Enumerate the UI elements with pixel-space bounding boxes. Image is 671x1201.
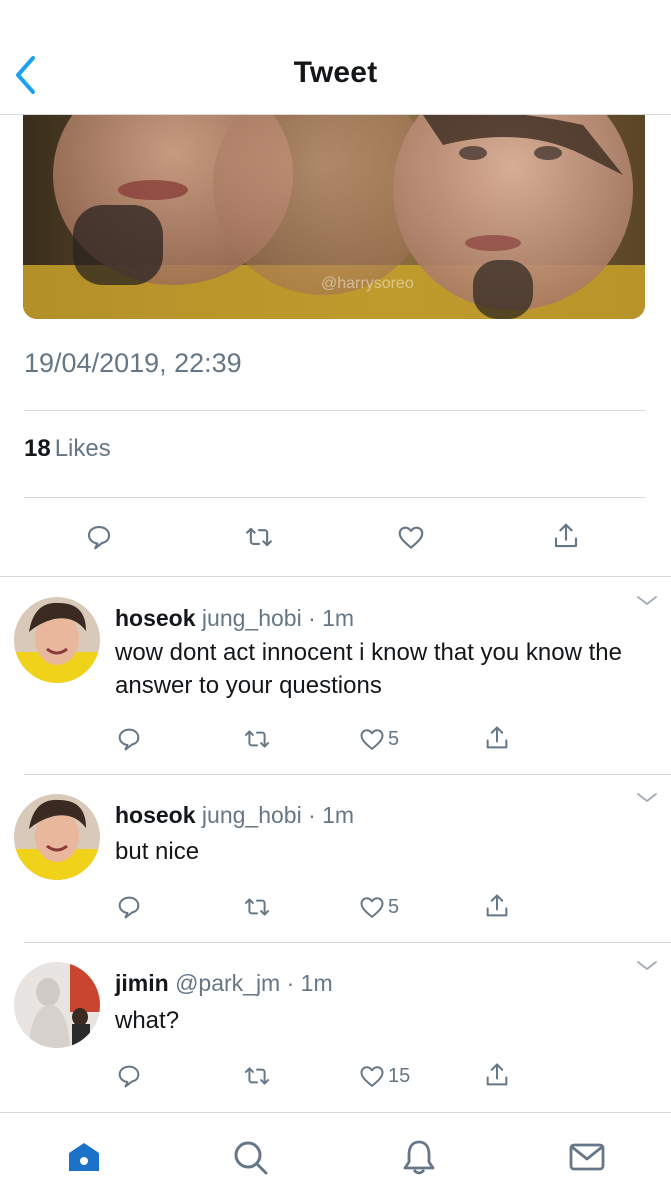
share-icon xyxy=(483,890,511,922)
reply-author: jimin @park_jm · 1m xyxy=(115,970,333,997)
like-count: 15 xyxy=(388,1064,411,1087)
author-name[interactable]: jimin xyxy=(115,970,169,996)
avatar-photo xyxy=(14,597,100,683)
reply-text: wow dont act innocent i know that you kn… xyxy=(115,639,622,699)
likes-summary[interactable]: 18 Likes xyxy=(24,435,111,463)
retweet-button[interactable] xyxy=(242,725,272,753)
author-name[interactable]: hoseok xyxy=(115,802,196,828)
like-count: 5 xyxy=(388,895,400,918)
top-navigation-bar: Tweet xyxy=(0,0,671,115)
share-button[interactable] xyxy=(483,1059,511,1091)
reply-author: hoseok jung_hobi · 1m xyxy=(115,605,354,632)
reply-button[interactable] xyxy=(115,725,143,753)
like-button[interactable] xyxy=(396,522,426,552)
tab-search[interactable] xyxy=(228,1135,272,1179)
tweet-menu-button[interactable] xyxy=(632,788,662,808)
like-button[interactable]: 5 xyxy=(358,893,399,921)
tweet-timestamp: 19/04/2019, 22:39 xyxy=(24,348,242,378)
tweet-menu-button[interactable] xyxy=(632,591,662,611)
notifications-icon xyxy=(403,1140,435,1175)
tweet-media-image[interactable]: @harrysoreo xyxy=(23,115,645,319)
tweet-time: · 1m xyxy=(308,802,355,828)
share-button[interactable] xyxy=(551,519,581,553)
messages-icon xyxy=(569,1143,605,1171)
like-button[interactable]: 15 xyxy=(358,1062,410,1090)
chevron-down-icon xyxy=(635,959,659,973)
heart-icon xyxy=(358,725,386,753)
media-watermark: @harrysoreo xyxy=(321,275,414,292)
heart-icon xyxy=(358,893,386,921)
reply-text: but nice xyxy=(115,838,200,865)
tab-notifications[interactable] xyxy=(397,1135,441,1179)
like-count: 5 xyxy=(388,727,400,750)
divider xyxy=(24,497,645,498)
reply-author: hoseok jung_hobi · 1m xyxy=(115,802,354,829)
tweet-menu-button[interactable] xyxy=(632,956,662,976)
author-name[interactable]: hoseok xyxy=(115,605,196,631)
avatar[interactable] xyxy=(14,597,100,683)
avatar-photo xyxy=(14,962,100,1048)
heart-icon xyxy=(396,522,426,552)
retweet-button[interactable] xyxy=(242,1062,272,1090)
reply-text: what? xyxy=(115,1007,180,1034)
retweet-button[interactable] xyxy=(242,893,272,921)
reply-icon xyxy=(84,522,114,552)
search-icon xyxy=(234,1141,268,1175)
avatar[interactable] xyxy=(14,794,100,880)
retweet-icon xyxy=(242,1062,272,1090)
reply-button[interactable] xyxy=(115,1062,143,1090)
tab-home[interactable] xyxy=(62,1135,106,1179)
divider xyxy=(24,410,645,411)
tweet-time: · 1m xyxy=(286,970,333,996)
tweet-time: · 1m xyxy=(308,605,355,631)
likes-count: 18 xyxy=(24,435,51,462)
share-icon xyxy=(483,1059,511,1091)
reply-button[interactable] xyxy=(84,522,114,552)
chevron-down-icon xyxy=(635,791,659,805)
reply-icon xyxy=(115,893,143,921)
avatar-photo xyxy=(14,794,100,880)
divider xyxy=(24,774,671,775)
avatar[interactable] xyxy=(14,962,100,1048)
heart-icon xyxy=(358,1062,386,1090)
retweet-button[interactable] xyxy=(243,522,275,552)
reply-button[interactable] xyxy=(115,893,143,921)
tab-messages[interactable] xyxy=(565,1135,609,1179)
divider xyxy=(24,942,671,943)
likes-label: Likes xyxy=(54,435,111,462)
share-icon xyxy=(551,519,581,553)
retweet-icon xyxy=(242,725,272,753)
reply-icon xyxy=(115,725,143,753)
like-button[interactable]: 5 xyxy=(358,725,399,753)
author-handle: @park_jm xyxy=(175,970,281,996)
share-icon xyxy=(483,722,511,754)
author-handle: jung_hobi xyxy=(201,605,302,631)
share-button[interactable] xyxy=(483,890,511,922)
reply-icon xyxy=(115,1062,143,1090)
bottom-tab-bar xyxy=(0,1112,671,1201)
author-handle: jung_hobi xyxy=(201,802,302,828)
page-title: Tweet xyxy=(293,56,378,89)
home-icon xyxy=(69,1143,99,1171)
chevron-down-icon xyxy=(635,594,659,608)
share-button[interactable] xyxy=(483,722,511,754)
retweet-icon xyxy=(242,893,272,921)
retweet-icon xyxy=(243,522,275,552)
divider xyxy=(0,576,671,577)
